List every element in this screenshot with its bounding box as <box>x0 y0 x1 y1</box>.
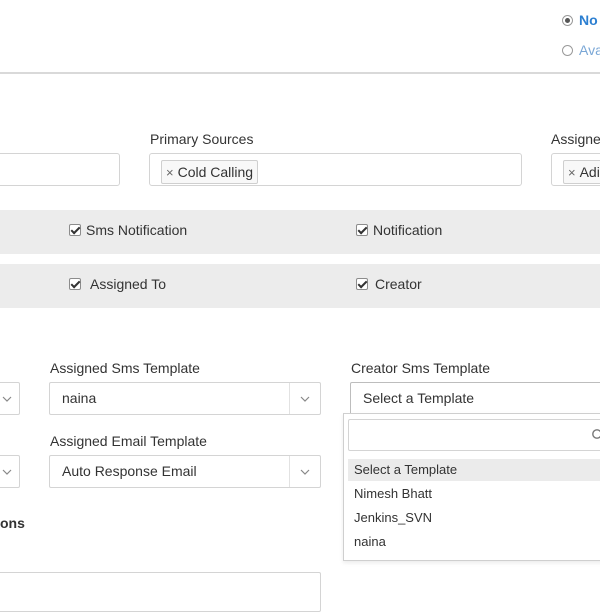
tag-remove-icon[interactable]: × <box>166 165 174 180</box>
header-divider <box>0 72 600 74</box>
assigned-email-template-label: Assigned Email Template <box>50 433 207 449</box>
checkbox-checked-icon[interactable] <box>356 224 368 236</box>
selected-value: Auto Response Email <box>62 463 197 479</box>
chevron-down-icon <box>0 383 19 414</box>
primary-sources-field[interactable]: × Cold Calling <box>149 153 522 186</box>
bottom-text-area[interactable] <box>0 572 321 612</box>
dropdown-option[interactable]: Select a Template <box>348 459 600 481</box>
tag-remove-icon[interactable]: × <box>568 165 576 180</box>
left-select-2[interactable] <box>0 455 20 488</box>
chevron-down-icon <box>289 456 320 487</box>
primary-source-tag: × Cold Calling <box>161 160 259 184</box>
checkbox-label: Assigned To <box>90 276 167 292</box>
search-icon <box>592 429 600 439</box>
radio-option-no[interactable]: No <box>562 12 598 28</box>
left-select-1[interactable] <box>0 382 20 415</box>
chevron-down-icon <box>0 456 19 487</box>
assigned-sms-template-label: Assigned Sms Template <box>50 360 200 376</box>
checkbox-checked-icon[interactable] <box>69 224 81 236</box>
radio-label: Ava <box>579 42 600 58</box>
radio-checked-icon[interactable] <box>562 14 573 26</box>
assigned-email-template-select[interactable]: Auto Response Email <box>49 455 321 488</box>
dropdown-option[interactable]: naina <box>348 531 600 553</box>
dropdown-search-input[interactable] <box>348 419 600 451</box>
selected-value: naina <box>62 390 97 406</box>
checkbox-checked-icon[interactable] <box>356 278 368 290</box>
checkbox-label: Creator <box>375 276 422 292</box>
dropdown-option[interactable]: Nimesh Bhatt <box>348 483 600 505</box>
template-dropdown: Select a Template Nimesh Bhatt Jenkins_S… <box>343 413 600 561</box>
notification-checkbox[interactable]: Notification <box>356 222 442 238</box>
selected-value: Select a Template <box>363 390 475 406</box>
section-heading-fragment: ons <box>0 515 25 531</box>
primary-sources-label: Primary Sources <box>150 131 254 147</box>
left-input-field[interactable] <box>0 153 120 186</box>
assigned-sources-label: Assigne <box>551 131 600 147</box>
assigned-sources-field[interactable]: × Adi <box>551 153 600 186</box>
sms-notification-checkbox[interactable]: Sms Notification <box>69 222 187 238</box>
chevron-down-icon <box>289 383 320 414</box>
creator-sms-template-label: Creator Sms Template <box>351 360 491 376</box>
assigned-to-checkbox[interactable]: Assigned To <box>69 276 166 292</box>
tag-label: Cold Calling <box>177 164 254 180</box>
checkbox-label: Sms Notification <box>86 222 188 238</box>
assigned-source-tag: × Adi <box>563 160 600 184</box>
creator-checkbox[interactable]: Creator <box>356 276 422 292</box>
assigned-sms-template-select[interactable]: naina <box>49 382 321 415</box>
creator-sms-template-select[interactable]: Select a Template <box>350 382 600 415</box>
dropdown-option[interactable]: Jenkins_SVN <box>348 507 600 529</box>
radio-label: No <box>579 12 598 28</box>
checkbox-checked-icon[interactable] <box>69 278 81 290</box>
radio-option-available[interactable]: Ava <box>562 42 600 58</box>
tag-label: Adi <box>579 164 600 180</box>
checkbox-label: Notification <box>373 222 443 238</box>
radio-unchecked-icon[interactable] <box>562 44 573 56</box>
